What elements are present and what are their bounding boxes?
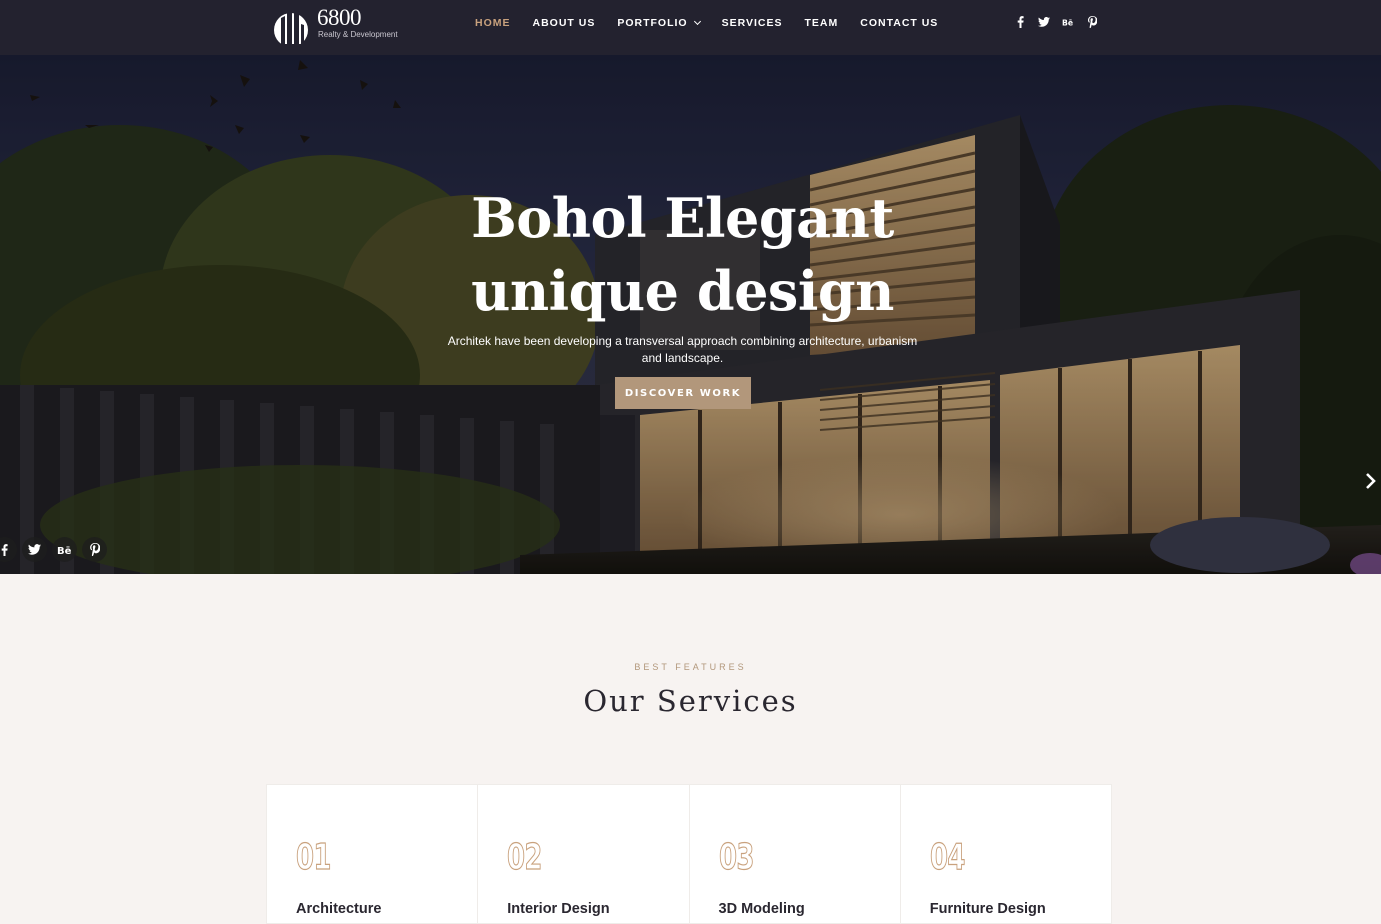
brand-tagline: Realty & Development [318, 30, 398, 39]
brand-name: 6800 [317, 5, 362, 30]
nav-home[interactable]: HOME [475, 17, 511, 29]
service-number: 01 [296, 836, 332, 878]
nav-about-label: ABOUT US [532, 17, 596, 29]
nav-portfolio[interactable]: PORTFOLIO [617, 17, 701, 29]
service-name: Furniture Design [929, 901, 1046, 917]
header-social-links: Bē [1014, 14, 1110, 30]
nav-team-label: TEAM [804, 17, 839, 29]
services-cards: 01 Architecture 02 Interior Design 03 3D… [266, 784, 1112, 924]
service-card-interior-design[interactable]: 02 Interior Design [478, 785, 690, 923]
discover-work-button[interactable]: DISCOVER WORK [615, 377, 751, 409]
nav-about-us[interactable]: ABOUT US [533, 17, 596, 29]
hero-social-links: Bē [0, 537, 112, 562]
service-number: 02 [507, 836, 543, 878]
hero-title-line-2: unique design [471, 259, 894, 323]
service-card-furniture-design[interactable]: 04 Furniture Design [901, 785, 1111, 923]
building-logo-icon [274, 2, 308, 48]
services-kicker: BEST FEATURES [634, 662, 747, 672]
main-nav: HOME ABOUT US PORTFOLIO SERVICES TEAM CO… [475, 16, 960, 30]
hero-title: Bohol Elegant unique design [390, 182, 975, 328]
pinterest-icon[interactable] [82, 537, 107, 562]
service-name: Interior Design [507, 901, 610, 917]
hero-title-line-1: Bohol Elegant [471, 186, 894, 250]
service-card-3d-modeling[interactable]: 03 3D Modeling [690, 785, 901, 923]
facebook-icon[interactable] [0, 537, 17, 562]
chevron-right-icon[interactable] [1362, 469, 1380, 493]
behance-icon[interactable]: Bē [1062, 14, 1074, 30]
hero-description: Architek have been developing a transver… [447, 334, 918, 365]
service-name: Architecture [296, 901, 382, 917]
nav-team[interactable]: TEAM [805, 17, 839, 29]
nav-contact-label: CONTACT US [860, 17, 939, 29]
site-header: 6800 Realty & Development HOME ABOUT US … [0, 0, 1381, 55]
pinterest-icon[interactable] [1086, 14, 1098, 30]
nav-services-label: SERVICES [721, 17, 783, 29]
service-number: 04 [929, 836, 965, 878]
svg-text:Bē: Bē [57, 546, 72, 555]
hero-slider: Bohol Elegant unique design Architek hav… [0, 55, 1381, 574]
nav-contact-us[interactable]: CONTACT US [860, 17, 938, 29]
service-number: 03 [718, 836, 754, 878]
logo[interactable]: 6800 Realty & Development [272, 0, 412, 50]
service-name: 3D Modeling [718, 901, 805, 917]
behance-icon[interactable]: Bē [52, 537, 77, 562]
nav-portfolio-label: PORTFOLIO [617, 17, 688, 29]
chevron-down-icon [693, 17, 701, 26]
twitter-icon[interactable] [22, 537, 47, 562]
svg-text:Bē: Bē [1062, 18, 1073, 27]
nav-home-label: HOME [475, 17, 511, 29]
services-title: Our Services [583, 684, 798, 718]
facebook-icon[interactable] [1014, 14, 1026, 30]
twitter-icon[interactable] [1038, 14, 1050, 30]
nav-services[interactable]: SERVICES [722, 17, 783, 29]
service-card-architecture[interactable]: 01 Architecture [267, 785, 479, 923]
